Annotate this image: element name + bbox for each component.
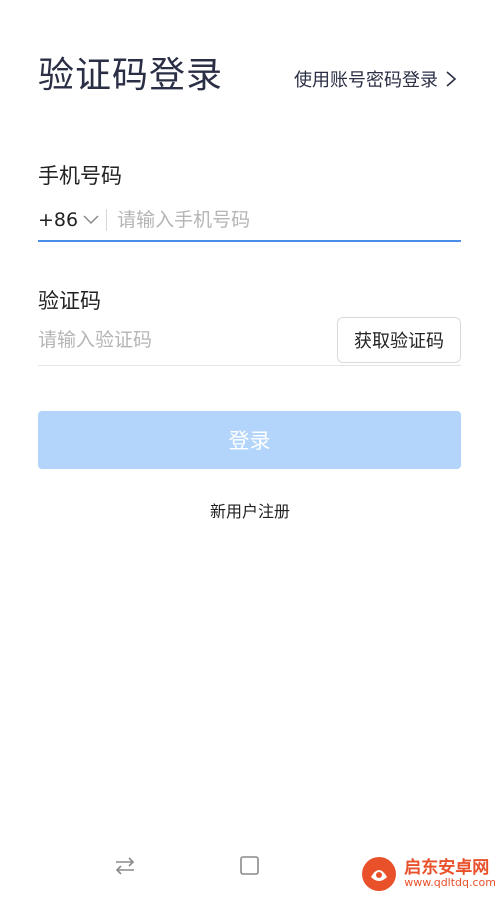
watermark: 启东安卓网 www.qdltdq.com	[360, 855, 496, 893]
login-screen: 验证码登录 使用账号密码登录 手机号码 +86 验证码 获取验证码 登录 新用户…	[0, 0, 500, 899]
watermark-title: 启东安卓网	[404, 857, 490, 878]
watermark-logo-icon	[362, 857, 397, 891]
password-login-link-label: 使用账号密码登录	[294, 70, 438, 91]
country-code-selector[interactable]: +86	[38, 209, 100, 231]
chevron-down-icon	[83, 215, 99, 225]
login-button[interactable]: 登录	[38, 411, 461, 469]
register-link[interactable]: 新用户注册	[0, 498, 500, 522]
home-icon[interactable]	[236, 852, 264, 880]
code-field-row: 获取验证码	[38, 315, 461, 366]
phone-input[interactable]	[117, 209, 461, 231]
country-code-value: +86	[38, 209, 79, 231]
phone-field-row: +86	[38, 200, 461, 242]
country-code-divider	[106, 209, 108, 231]
code-label: 验证码	[38, 289, 101, 313]
get-code-button[interactable]: 获取验证码	[337, 317, 461, 363]
password-login-link[interactable]: 使用账号密码登录	[294, 66, 458, 92]
page-title: 验证码登录	[38, 55, 224, 96]
verification-code-input[interactable]	[38, 320, 337, 360]
watermark-url: www.qdltdq.com	[404, 876, 496, 890]
phone-label: 手机号码	[38, 164, 122, 188]
chevron-right-icon	[446, 71, 457, 87]
recent-apps-icon[interactable]	[111, 852, 139, 880]
